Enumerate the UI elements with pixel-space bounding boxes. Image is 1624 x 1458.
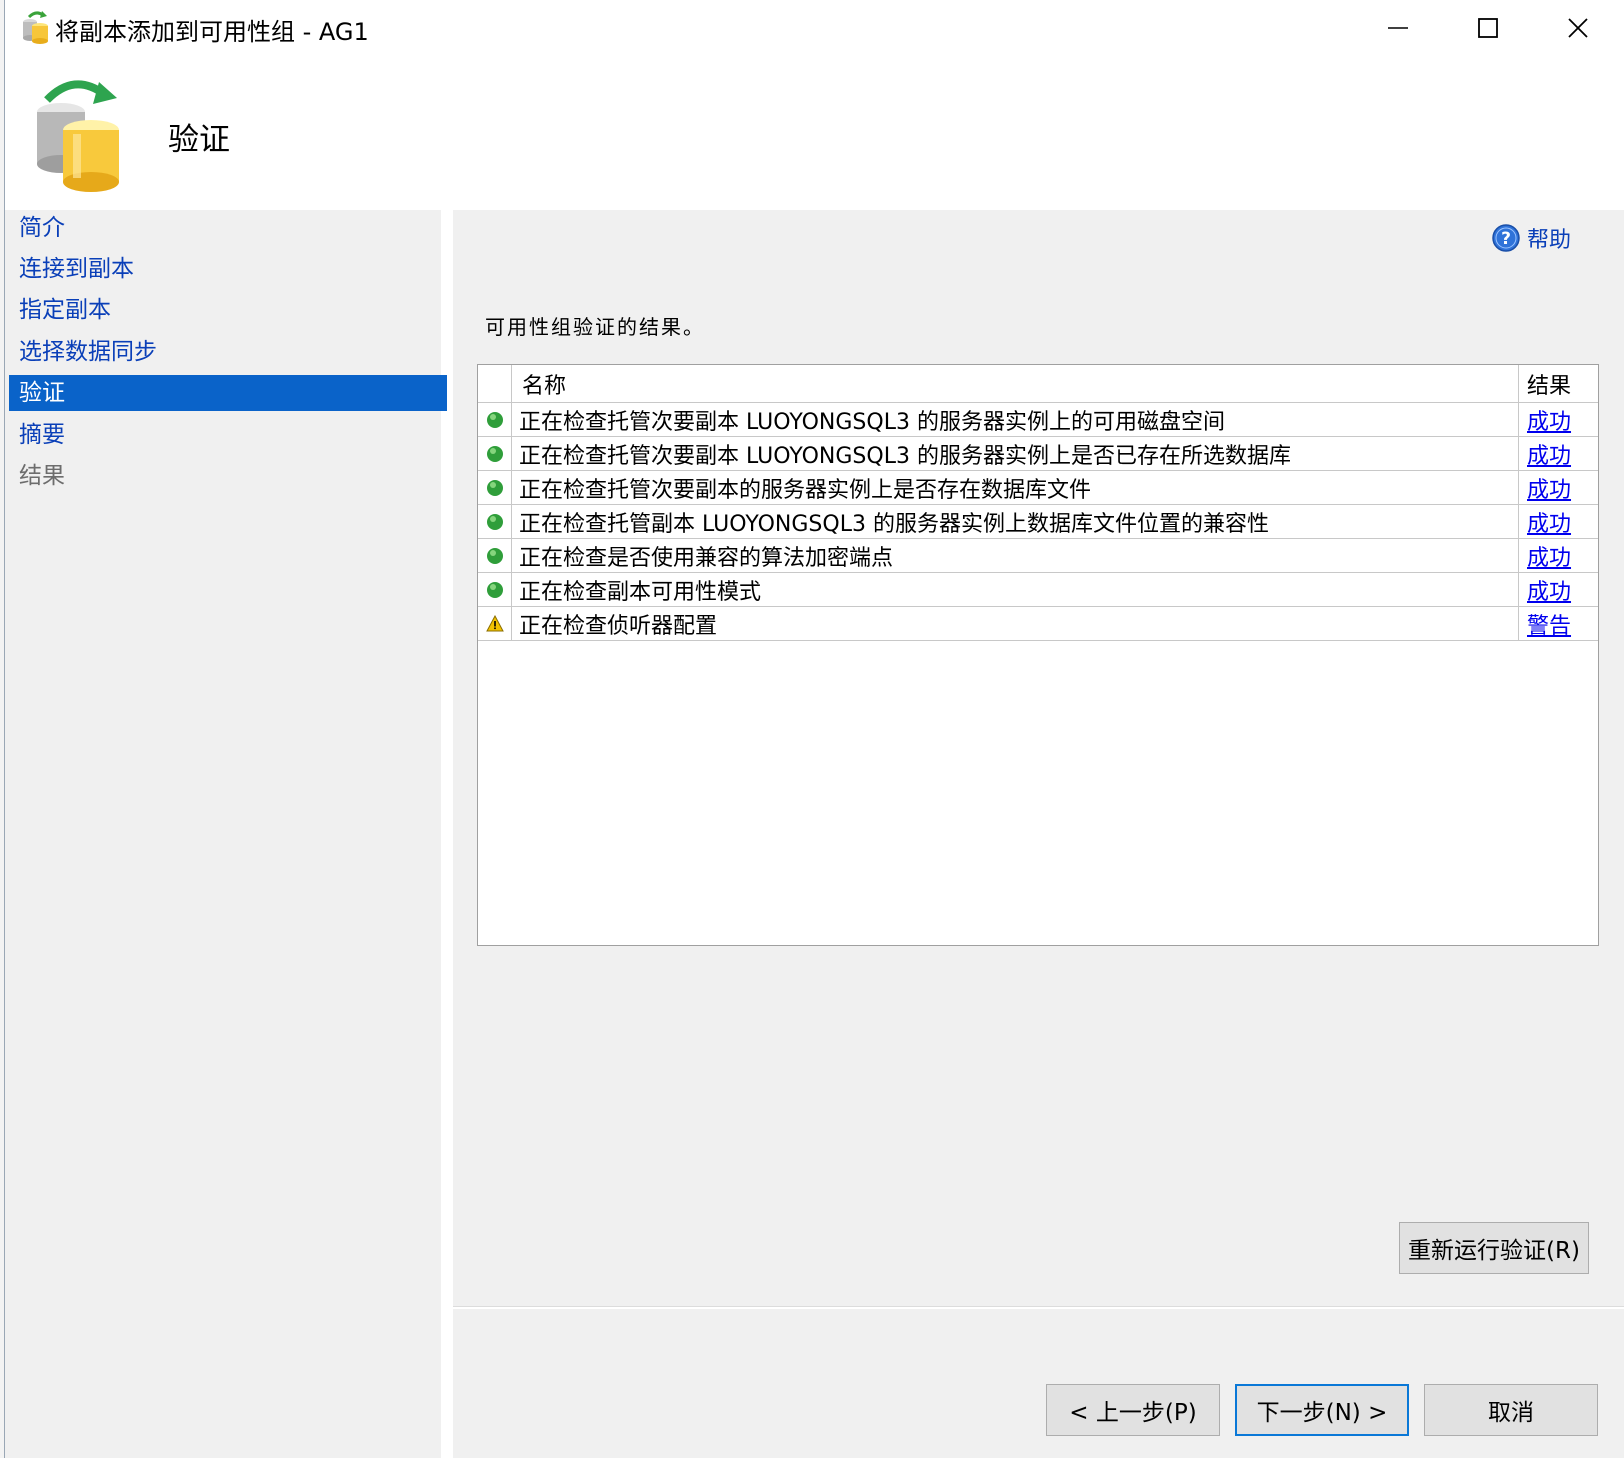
result-link[interactable]: 成功 [1527, 472, 1571, 504]
close-button[interactable] [1533, 0, 1623, 56]
footer-divider [453, 1306, 1624, 1309]
sidebar-item-validation[interactable]: 验证 [9, 375, 447, 411]
success-icon [478, 539, 512, 572]
table-row: 正在检查副本可用性模式 成功 [478, 573, 1598, 607]
sidebar-item-intro[interactable]: 简介 [9, 210, 447, 246]
table-header: 名称 结果 [478, 365, 1598, 403]
result-link[interactable]: 成功 [1527, 438, 1571, 470]
table-row: 正在检查托管副本 LUOYONGSQL3 的服务器实例上数据库文件位置的兼容性 … [478, 505, 1598, 539]
sidebar-item-summary[interactable]: 摘要 [9, 417, 447, 453]
check-name: 正在检查托管次要副本 LUOYONGSQL3 的服务器实例上是否已存在所选数据库 [512, 437, 1519, 470]
title-bar: 将副本添加到可用性组 - AG1 [5, 0, 1624, 56]
wizard-sidebar: 简介 连接到副本 指定副本 选择数据同步 验证 摘要 结果 [5, 210, 447, 1458]
warning-icon [478, 607, 512, 640]
check-name: 正在检查托管次要副本的服务器实例上是否存在数据库文件 [512, 471, 1519, 504]
table-row: 正在检查托管次要副本的服务器实例上是否存在数据库文件 成功 [478, 471, 1598, 505]
success-icon [478, 403, 512, 436]
result-link[interactable]: 成功 [1527, 506, 1571, 538]
table-row: 正在检查是否使用兼容的算法加密端点 成功 [478, 539, 1598, 573]
check-name: 正在检查侦听器配置 [512, 607, 1519, 640]
database-replica-icon [29, 74, 129, 194]
sidebar-item-connect-replicas[interactable]: 连接到副本 [9, 251, 447, 287]
wizard-header: 验证 [5, 56, 1624, 210]
database-app-icon [21, 10, 51, 44]
result-link[interactable]: 成功 [1527, 574, 1571, 606]
rerun-validation-button[interactable]: 重新运行验证(R) [1399, 1222, 1589, 1274]
result-link[interactable]: 警告 [1527, 608, 1571, 640]
previous-button[interactable]: < 上一步(P) [1046, 1384, 1220, 1436]
success-icon [478, 437, 512, 470]
result-link[interactable]: 成功 [1527, 404, 1571, 436]
column-header-result: 结果 [1527, 373, 1572, 399]
check-name: 正在检查托管次要副本 LUOYONGSQL3 的服务器实例上的可用磁盘空间 [512, 403, 1519, 436]
help-link[interactable]: ? 帮助 [1491, 222, 1571, 254]
sidebar-item-specify-replicas[interactable]: 指定副本 [9, 292, 447, 328]
sidebar-item-results: 结果 [19, 463, 65, 489]
table-row: 正在检查托管次要副本 LUOYONGSQL3 的服务器实例上的可用磁盘空间 成功 [478, 403, 1598, 437]
minimize-button[interactable] [1353, 0, 1443, 56]
svg-text:?: ? [1501, 229, 1511, 249]
help-icon: ? [1491, 223, 1521, 253]
results-caption: 可用性组验证的结果。 [485, 315, 705, 339]
wizard-content: ? 帮助 可用性组验证的结果。 名称 结果 正在检查托管次要副本 LUOYONG… [453, 210, 1624, 1458]
cancel-button[interactable]: 取消 [1424, 1384, 1598, 1436]
success-icon [478, 505, 512, 538]
next-button[interactable]: 下一步(N) > [1235, 1384, 1409, 1436]
result-link[interactable]: 成功 [1527, 540, 1571, 572]
check-name: 正在检查是否使用兼容的算法加密端点 [512, 539, 1519, 572]
success-icon [478, 471, 512, 504]
success-icon [478, 573, 512, 606]
sidebar-item-data-sync[interactable]: 选择数据同步 [9, 334, 447, 370]
header-icon-cell [478, 365, 512, 402]
table-row: 正在检查托管次要副本 LUOYONGSQL3 的服务器实例上是否已存在所选数据库… [478, 437, 1598, 471]
window-title: 将副本添加到可用性组 - AG1 [55, 18, 369, 46]
table-row: 正在检查侦听器配置 警告 [478, 607, 1598, 641]
help-label: 帮助 [1527, 228, 1572, 253]
check-name: 正在检查副本可用性模式 [512, 573, 1519, 606]
check-name: 正在检查托管副本 LUOYONGSQL3 的服务器实例上数据库文件位置的兼容性 [512, 505, 1519, 538]
column-header-name: 名称 [512, 365, 1519, 402]
page-title: 验证 [168, 122, 230, 158]
maximize-button[interactable] [1443, 0, 1533, 56]
validation-results-table: 名称 结果 正在检查托管次要副本 LUOYONGSQL3 的服务器实例上的可用磁… [477, 364, 1599, 946]
